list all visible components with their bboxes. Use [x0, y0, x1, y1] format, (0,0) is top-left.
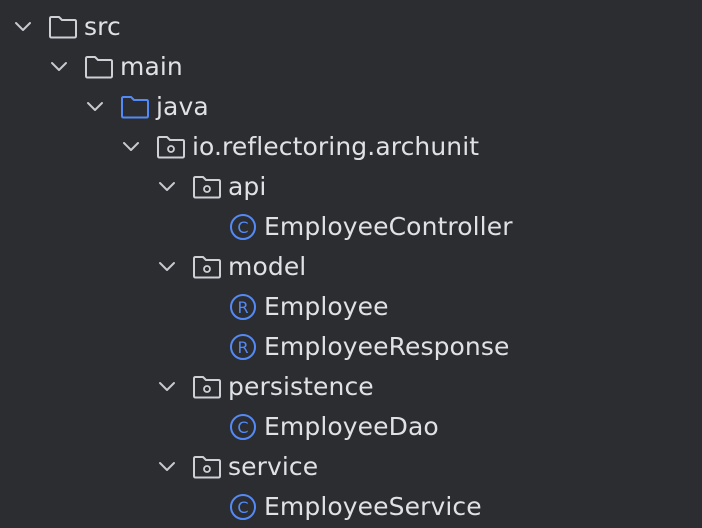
tree-node-label: EmployeeResponse [264, 332, 510, 361]
tree-node-label: model [228, 252, 307, 281]
package-icon [192, 254, 222, 280]
chevron-down-icon[interactable] [156, 376, 178, 398]
record-badge-letter: R [237, 338, 248, 357]
tree-node-label: service [228, 452, 319, 481]
tree-node-persistence[interactable]: persistence [0, 367, 702, 407]
tree-node-main[interactable]: main [0, 47, 702, 87]
tree-node-employee-controller[interactable]: C EmployeeController [0, 207, 702, 247]
package-icon [192, 454, 222, 480]
record-badge-letter: R [237, 298, 248, 317]
project-tree: src main java io.reflectoring.archunit a… [0, 0, 702, 528]
chevron-down-icon[interactable] [120, 136, 142, 158]
tree-node-employee[interactable]: R Employee [0, 287, 702, 327]
chevron-down-icon[interactable] [156, 456, 178, 478]
chevron-down-icon[interactable] [48, 56, 70, 78]
tree-node-employee-service[interactable]: C EmployeeService [0, 487, 702, 527]
class-icon: C [228, 214, 258, 240]
record-icon: R [228, 334, 258, 360]
tree-node-label: Employee [264, 292, 389, 321]
tree-node-label: EmployeeDao [264, 412, 439, 441]
tree-node-service[interactable]: service [0, 447, 702, 487]
tree-node-model[interactable]: model [0, 247, 702, 287]
package-icon [192, 374, 222, 400]
tree-node-label: persistence [228, 372, 374, 401]
source-folder-icon [120, 94, 150, 120]
chevron-down-icon[interactable] [84, 96, 106, 118]
tree-node-package-root[interactable]: io.reflectoring.archunit [0, 127, 702, 167]
tree-node-api[interactable]: api [0, 167, 702, 207]
folder-icon [48, 14, 78, 40]
class-badge-letter: C [237, 418, 248, 437]
record-icon: R [228, 294, 258, 320]
package-icon [192, 174, 222, 200]
tree-node-label: java [156, 92, 209, 121]
chevron-down-icon[interactable] [156, 176, 178, 198]
tree-node-label: EmployeeService [264, 492, 482, 521]
chevron-down-icon[interactable] [12, 16, 34, 38]
tree-node-employee-dao[interactable]: C EmployeeDao [0, 407, 702, 447]
tree-node-label: api [228, 172, 267, 201]
class-badge-letter: C [237, 498, 248, 517]
folder-icon [84, 54, 114, 80]
package-icon [156, 134, 186, 160]
tree-node-label: main [120, 52, 183, 81]
class-icon: C [228, 494, 258, 520]
tree-node-label: io.reflectoring.archunit [192, 132, 480, 161]
tree-node-src[interactable]: src [0, 7, 702, 47]
tree-node-label: EmployeeController [264, 212, 513, 241]
chevron-down-icon[interactable] [156, 256, 178, 278]
tree-node-employee-response[interactable]: R EmployeeResponse [0, 327, 702, 367]
class-icon: C [228, 414, 258, 440]
class-badge-letter: C [237, 218, 248, 237]
tree-node-java[interactable]: java [0, 87, 702, 127]
tree-node-label: src [84, 12, 121, 41]
